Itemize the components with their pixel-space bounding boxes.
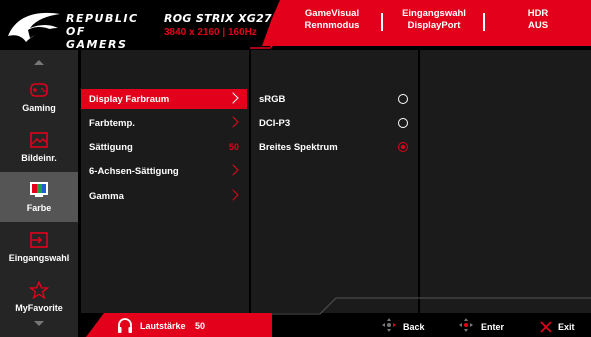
exit-label[interactable]: Exit (558, 322, 575, 332)
option-label: Breites Spektrum (259, 141, 338, 153)
detail-panel (420, 50, 591, 313)
menu-item-label: Display Farbraum (89, 93, 170, 105)
footer-edge-decor (240, 297, 591, 315)
input-value: DisplayPort (407, 20, 461, 31)
menu-item-label: Gamma (89, 190, 124, 202)
rog-eye-icon (8, 12, 60, 42)
monitor-osd: REPUBLIC OF GAMERS ROG STRIX XG27UCSR 38… (0, 0, 591, 337)
gamevisual-label: GameVisual (304, 8, 360, 19)
menu-item-saettigung[interactable]: Sättigung 50 (81, 137, 247, 157)
menu-item-6-achsen-saettigung[interactable]: 6-Achsen-Sättigung (81, 161, 247, 181)
saettigung-value: 50 (228, 142, 239, 152)
header-edge-decor (250, 35, 283, 49)
menu-item-label: Farbtemp. (89, 117, 135, 129)
back-label[interactable]: Back (403, 322, 425, 332)
star-icon (29, 281, 49, 299)
menu-item-display-farbraum[interactable]: Display Farbraum (81, 89, 247, 109)
sidebar-item-label: MyFavorite (15, 303, 63, 313)
image-icon (30, 132, 48, 148)
menu-item-farbtemp[interactable]: Farbtemp. (81, 113, 247, 133)
scroll-down-icon[interactable] (34, 321, 44, 326)
gamevisual-value: Rennmodus (304, 20, 360, 31)
option-label: sRGB (259, 93, 286, 105)
option-breites-spektrum[interactable]: Breites Spektrum (251, 137, 418, 157)
options-panel: sRGB DCI-P3 Breites Spektrum (251, 50, 418, 313)
header-input: Eingangswahl DisplayPort (392, 8, 476, 32)
option-srgb[interactable]: sRGB (251, 89, 418, 109)
menu-item-label: 6-Achsen-Sättigung (89, 165, 179, 177)
dpad-enter-icon (459, 318, 473, 332)
header-hdr: HDR AUS (510, 8, 566, 32)
rog-logo: REPUBLIC OF GAMERS (0, 0, 160, 57)
scroll-up-icon[interactable] (34, 60, 44, 65)
hdr-label: HDR (527, 8, 549, 19)
sidebar-item-label: Eingangswahl (8, 253, 70, 263)
chevron-right-icon (227, 116, 239, 128)
close-icon (540, 321, 552, 333)
input-label: Eingangswahl (402, 8, 466, 19)
chevron-right-icon (227, 92, 239, 104)
brand-text: REPUBLIC OF GAMERS (66, 12, 160, 51)
chevron-right-icon (227, 164, 239, 176)
radio-button[interactable] (398, 118, 408, 128)
header-separator (381, 13, 383, 31)
sidebar-item-farbe[interactable]: Farbe (0, 172, 78, 222)
headphones-icon (118, 318, 132, 333)
volume-label: Lautstärke (140, 321, 186, 331)
chevron-right-icon (227, 189, 239, 201)
enter-label[interactable]: Enter (481, 322, 504, 332)
gamepad-icon (30, 83, 48, 97)
option-dci-p3[interactable]: DCI-P3 (251, 113, 418, 133)
header-separator (483, 13, 485, 31)
submenu-panel: Display Farbraum Farbtemp. Sättigung 50 … (81, 50, 249, 313)
menu-item-label: Sättigung (89, 141, 133, 153)
volume-value: 50 (195, 321, 206, 331)
brand-line-1: REPUBLIC OF (66, 12, 139, 38)
option-label: DCI-P3 (259, 117, 291, 129)
dpad-back-icon (382, 318, 396, 332)
radio-button-selected[interactable] (398, 142, 408, 152)
sidebar-item-label: Gaming (22, 103, 56, 113)
menu-item-gamma[interactable]: Gamma (81, 186, 247, 206)
input-icon (30, 232, 48, 248)
sidebar-item-label: Bildeinr. (21, 153, 57, 163)
radio-button[interactable] (398, 94, 408, 104)
header-gamevisual: GameVisual Rennmodus (296, 8, 368, 32)
sidebar-item-label: Farbe (26, 203, 52, 213)
color-bars-icon (30, 182, 48, 197)
hdr-value: AUS (527, 20, 549, 31)
